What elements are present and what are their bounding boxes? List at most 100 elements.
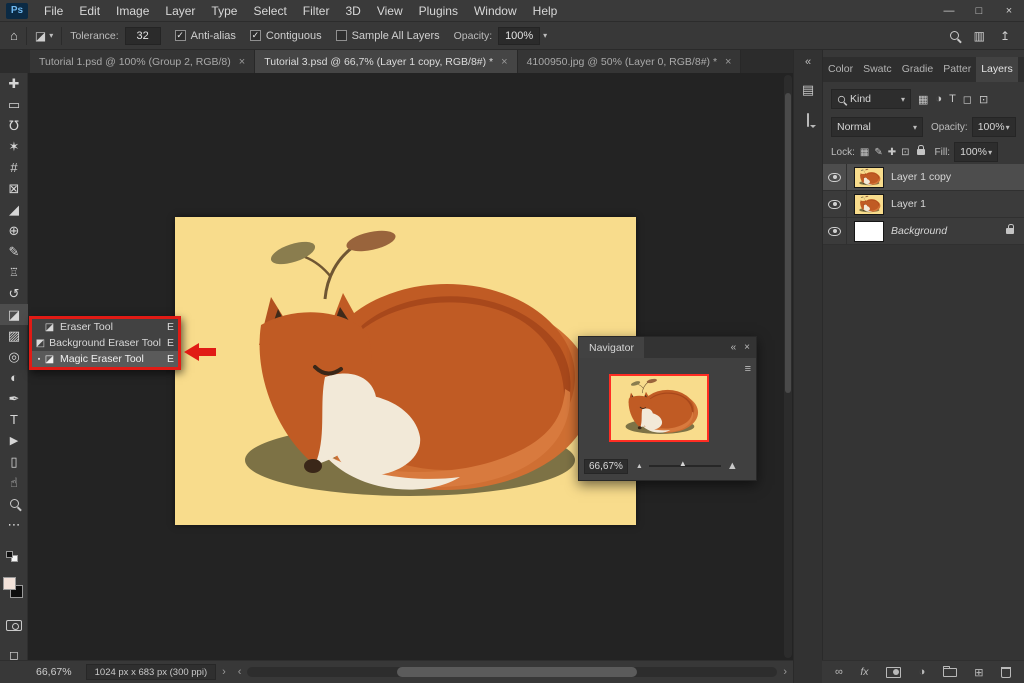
contiguous-checkbox[interactable]: ✓ bbox=[249, 30, 261, 41]
navigator-titlebar[interactable]: Navigator « × bbox=[579, 337, 756, 358]
delete-layer-icon[interactable] bbox=[1000, 666, 1011, 678]
rectangular-marquee-tool[interactable]: ▭ bbox=[0, 94, 28, 115]
document-tab-4100950[interactable]: 4100950.jpg @ 50% (Layer 0, RGB/8#) * × bbox=[517, 50, 742, 73]
navigator-tab[interactable]: Navigator bbox=[579, 337, 644, 358]
menu-view[interactable]: View bbox=[369, 0, 411, 22]
lock-position-icon[interactable]: ✚ bbox=[888, 147, 896, 158]
panel-menu-icon[interactable]: ≡ bbox=[745, 363, 751, 375]
tab-close-icon[interactable]: × bbox=[239, 56, 245, 68]
layer-filter-dropdown[interactable]: Kind ▾ bbox=[831, 89, 911, 109]
blur-tool[interactable]: ◎ bbox=[0, 346, 28, 367]
quick-mask-button[interactable] bbox=[0, 615, 28, 636]
flyout-item-eraser[interactable]: ◪ Eraser Tool E bbox=[32, 319, 178, 335]
adjustment-layer-icon[interactable]: ◑ bbox=[919, 666, 926, 678]
link-layers-icon[interactable]: ∞ bbox=[835, 666, 843, 678]
comments-panel-icon[interactable] bbox=[807, 113, 809, 127]
layer-row-layer1-copy[interactable]: Layer 1 copy bbox=[823, 163, 1024, 191]
maximize-icon[interactable]: □ bbox=[964, 0, 994, 22]
home-icon[interactable]: ⌂ bbox=[10, 28, 18, 43]
hand-tool[interactable]: ☝ bbox=[0, 472, 28, 493]
tab-patterns[interactable]: Patter bbox=[938, 57, 976, 82]
clone-stamp-tool[interactable]: ♖ bbox=[0, 262, 28, 283]
default-colors-icon[interactable] bbox=[0, 551, 28, 563]
blend-mode-dropdown[interactable]: Normal ▾ bbox=[831, 117, 923, 137]
crop-tool[interactable]: # bbox=[0, 157, 28, 178]
layer-thumbnail[interactable] bbox=[854, 220, 884, 242]
visibility-toggle[interactable] bbox=[823, 163, 847, 191]
frame-tool[interactable]: ⊠ bbox=[0, 178, 28, 199]
lock-artboard-icon[interactable]: ⊡ bbox=[901, 147, 909, 158]
navigator-zoom-field[interactable]: 66,67% bbox=[584, 458, 628, 474]
menu-window[interactable]: Window bbox=[466, 0, 525, 22]
layer-row-background[interactable]: Background bbox=[823, 217, 1024, 245]
sample-all-layers-checkbox[interactable] bbox=[335, 30, 347, 41]
pen-tool[interactable]: ✒ bbox=[0, 388, 28, 409]
zoom-out-icon[interactable]: ▲ bbox=[636, 463, 643, 470]
new-layer-icon[interactable]: ⊞ bbox=[974, 666, 983, 679]
layers-opacity-field[interactable]: 100% ▾ bbox=[971, 117, 1016, 137]
scroll-left-icon[interactable]: ‹ bbox=[238, 666, 242, 678]
tool-preset-dropdown-icon[interactable]: ▾ bbox=[49, 31, 53, 40]
menu-layer[interactable]: Layer bbox=[157, 0, 203, 22]
minimize-icon[interactable]: — bbox=[934, 0, 964, 22]
visibility-toggle[interactable] bbox=[823, 190, 847, 218]
filter-pixel-layers-icon[interactable]: ▦ bbox=[918, 93, 928, 106]
opacity-dropdown-icon[interactable]: ▾ bbox=[543, 31, 547, 40]
filter-adjustment-layers-icon[interactable]: ◑ bbox=[935, 93, 942, 105]
zoom-in-icon[interactable]: ▲ bbox=[727, 460, 738, 472]
new-group-icon[interactable] bbox=[942, 665, 957, 677]
sample-all-layers-option[interactable]: Sample All Layers bbox=[335, 30, 440, 42]
menu-filter[interactable]: Filter bbox=[295, 0, 338, 22]
dock-collapse-icon[interactable]: « bbox=[805, 56, 811, 68]
menu-3d[interactable]: 3D bbox=[337, 0, 368, 22]
tab-swatches[interactable]: Swatc bbox=[858, 57, 897, 82]
close-icon[interactable]: × bbox=[994, 0, 1024, 22]
eyedropper-tool[interactable]: ◢ bbox=[0, 199, 28, 220]
zoom-tool[interactable] bbox=[0, 493, 28, 514]
zoom-slider-thumb[interactable]: ▲ bbox=[679, 459, 687, 468]
menu-help[interactable]: Help bbox=[525, 0, 566, 22]
history-brush-tool[interactable]: ↺ bbox=[0, 283, 28, 304]
lock-transparency-icon[interactable]: ▦ bbox=[860, 147, 869, 158]
tab-close-icon[interactable]: × bbox=[501, 56, 507, 68]
tab-layers[interactable]: Layers bbox=[976, 57, 1018, 82]
tolerance-input[interactable]: 32 bbox=[124, 26, 161, 45]
status-zoom-level[interactable]: 66,67% bbox=[36, 666, 72, 678]
menu-file[interactable]: File bbox=[36, 0, 71, 22]
anti-alias-option[interactable]: ✓ Anti-alias bbox=[174, 30, 236, 42]
filter-smart-objects-icon[interactable]: ⊡ bbox=[979, 93, 988, 106]
opacity-input[interactable]: 100% bbox=[498, 26, 541, 45]
gradient-tool[interactable]: ▨ bbox=[0, 325, 28, 346]
spot-healing-brush-tool[interactable]: ⊕ bbox=[0, 220, 28, 241]
layer-thumbnail[interactable] bbox=[854, 194, 884, 215]
contiguous-option[interactable]: ✓ Contiguous bbox=[249, 30, 322, 42]
menu-edit[interactable]: Edit bbox=[71, 0, 108, 22]
horizontal-scrollbar-thumb[interactable] bbox=[397, 667, 638, 677]
layer-thumbnail[interactable] bbox=[854, 167, 884, 188]
horizontal-type-tool[interactable]: T bbox=[0, 409, 28, 430]
lock-all-icon[interactable] bbox=[916, 145, 925, 155]
menu-plugins[interactable]: Plugins bbox=[411, 0, 466, 22]
layer-name[interactable]: Background bbox=[891, 225, 1006, 237]
menu-type[interactable]: Type bbox=[203, 0, 245, 22]
filter-type-layers-icon[interactable]: T bbox=[949, 93, 956, 105]
search-icon[interactable] bbox=[949, 31, 959, 40]
tool-preset-icon[interactable]: ◪ bbox=[35, 29, 46, 43]
navigator-zoom-slider[interactable]: ▲ bbox=[648, 459, 721, 468]
libraries-panel-icon[interactable]: ▤ bbox=[802, 82, 814, 98]
artboard[interactable] bbox=[175, 217, 636, 525]
layer-effects-icon[interactable]: fx bbox=[860, 666, 868, 678]
layer-row-layer1[interactable]: Layer 1 bbox=[823, 190, 1024, 218]
quick-selection-tool[interactable]: ✶ bbox=[0, 136, 28, 157]
rectangle-tool[interactable]: ▯ bbox=[0, 451, 28, 472]
lasso-tool[interactable]: ℧ bbox=[0, 115, 28, 136]
move-tool[interactable]: ✚ bbox=[0, 73, 28, 94]
doc-info-chevron-icon[interactable]: › bbox=[222, 666, 226, 678]
horizontal-scrollbar[interactable] bbox=[247, 667, 778, 677]
eraser-tool[interactable]: ◪ bbox=[0, 304, 28, 325]
vertical-scrollbar-thumb[interactable] bbox=[785, 93, 791, 393]
scroll-right-icon[interactable]: › bbox=[783, 666, 787, 678]
layer-name[interactable]: Layer 1 bbox=[891, 198, 1024, 210]
fill-field[interactable]: 100% ▾ bbox=[954, 142, 999, 162]
flyout-item-magic-eraser[interactable]: ▪ ◪ Magic Eraser Tool E bbox=[32, 351, 178, 367]
